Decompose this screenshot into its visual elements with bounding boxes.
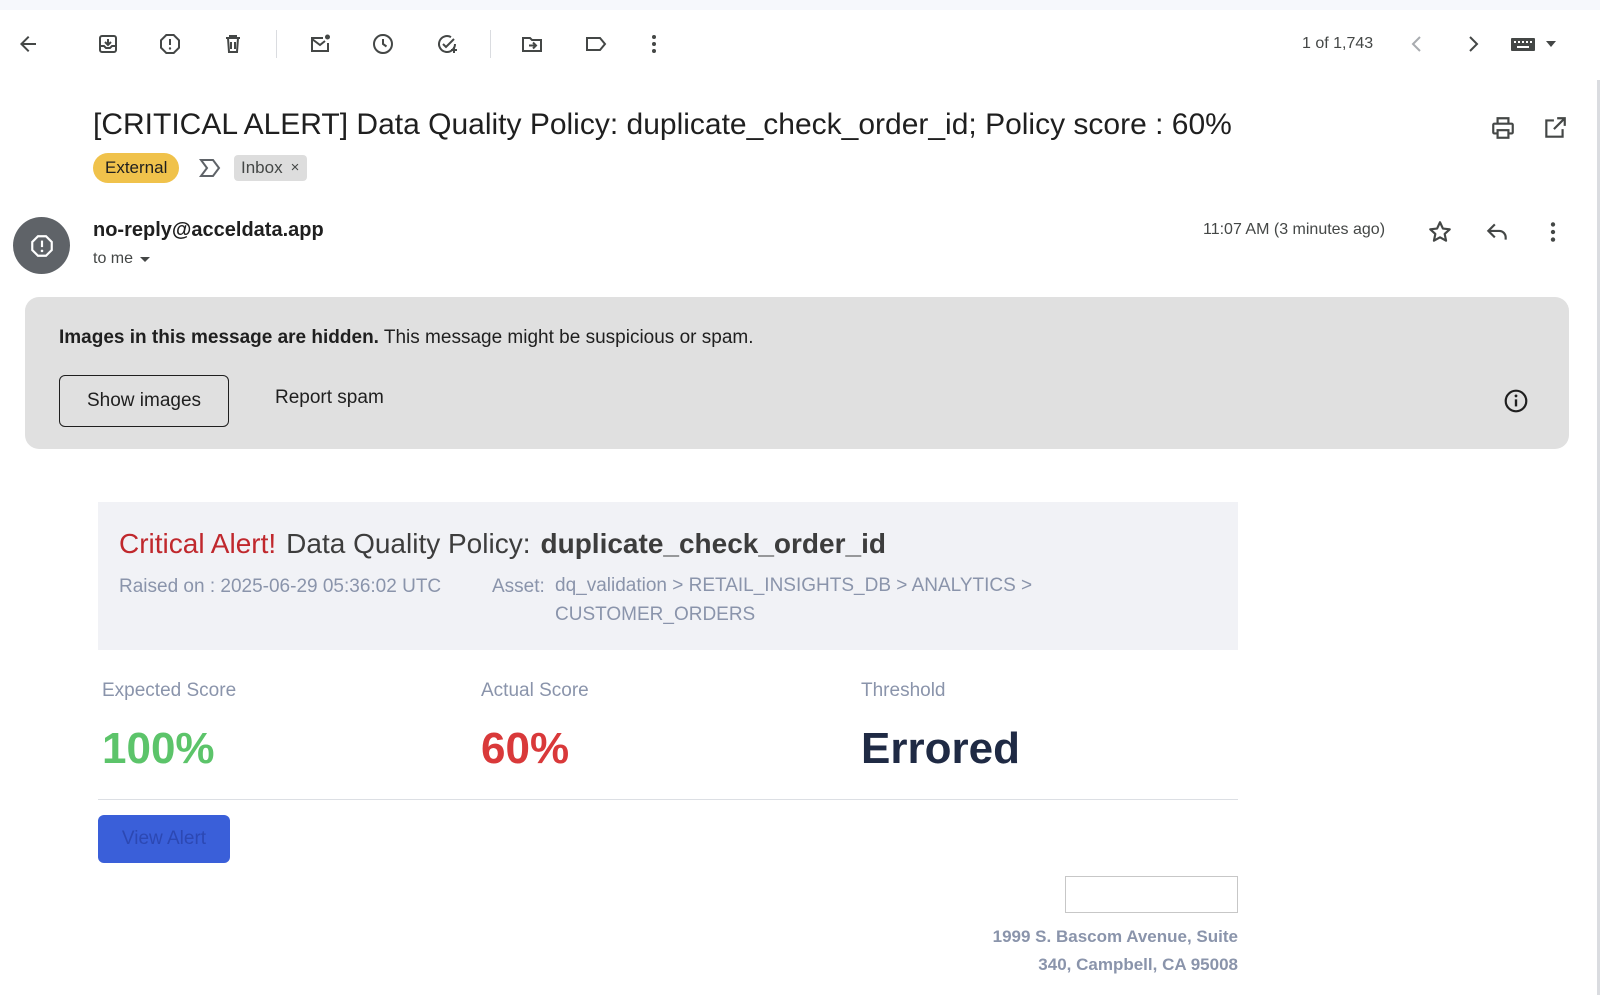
hidden-images-banner: Images in this message are hidden. This … <box>25 297 1569 449</box>
older-chevron-icon[interactable] <box>1461 32 1485 56</box>
sender-address: no-reply@acceldata.app <box>93 219 324 241</box>
open-in-new-window-icon[interactable] <box>1542 115 1568 141</box>
policy-label: Data Quality Policy: <box>286 528 531 559</box>
toolbar-separator <box>490 30 491 58</box>
more-options-icon[interactable] <box>1540 219 1566 245</box>
threshold-value: Errored <box>861 724 1020 773</box>
pager-count: 1 of 1,743 <box>1302 35 1374 52</box>
label-icon[interactable] <box>584 32 608 56</box>
info-icon[interactable] <box>1503 388 1529 414</box>
inbox-label-text: Inbox <box>241 158 283 177</box>
banner-text: This message might be suspicious or spam… <box>378 327 754 348</box>
address-line-2: 340, Campbell, CA 95008 <box>1038 955 1238 974</box>
external-label: External <box>93 153 180 183</box>
more-vert-icon[interactable] <box>642 32 666 56</box>
reply-icon[interactable] <box>1484 219 1510 245</box>
mark-unread-icon[interactable] <box>308 32 332 56</box>
caret-down-icon <box>1546 41 1556 47</box>
top-strip <box>0 0 1600 10</box>
star-icon[interactable] <box>1427 219 1453 245</box>
delete-icon[interactable] <box>221 32 245 56</box>
input-tools-button[interactable] <box>1510 32 1562 56</box>
importance-marker-icon[interactable] <box>198 157 222 179</box>
back-arrow-icon[interactable] <box>16 32 40 56</box>
actual-score-label: Actual Score <box>481 680 589 701</box>
newer-chevron-icon[interactable] <box>1405 32 1429 56</box>
company-address: 1999 S. Bascom Avenue, Suite 340, Campbe… <box>940 923 1238 979</box>
view-alert-button[interactable]: View Alert <box>98 815 230 863</box>
alert-title: Critical Alert! Data Quality Policy: dupli… <box>119 528 886 560</box>
inbox-label: Inbox × <box>234 155 308 181</box>
critical-alert-text: Critical Alert! <box>119 528 277 559</box>
expected-score-label: Expected Score <box>102 680 237 701</box>
threshold-label: Threshold <box>861 680 946 701</box>
email-subject: [CRITICAL ALERT] Data Quality Policy: du… <box>93 108 1232 141</box>
add-task-icon[interactable] <box>435 32 459 56</box>
actual-score-value: 60% <box>481 724 570 773</box>
toolbar: 1 of 1,743 <box>0 10 1600 78</box>
hidden-logo-image <box>1065 876 1238 913</box>
asset-label: Asset: <box>492 576 545 597</box>
report-spam-icon[interactable] <box>158 32 182 56</box>
move-to-icon[interactable] <box>520 32 544 56</box>
expected-score-value: 100% <box>102 724 215 773</box>
body-divider <box>98 799 1238 800</box>
recipient-text: to me <box>93 250 134 267</box>
email-timestamp: 11:07 AM (3 minutes ago) <box>1203 221 1386 238</box>
keyboard-icon <box>1511 38 1535 51</box>
toolbar-separator <box>276 30 277 58</box>
banner-message: Images in this message are hidden. This … <box>59 327 754 349</box>
alert-header-box: Critical Alert! Data Quality Policy: dupli… <box>98 502 1238 650</box>
warning-avatar-icon <box>30 234 53 257</box>
recipient-details[interactable]: to me <box>93 250 151 268</box>
asset-path: dq_validation > RETAIL_INSIGHTS_DB > ANA… <box>555 575 1033 625</box>
policy-name: duplicate_check_order_id <box>540 528 886 559</box>
address-line-1: 1999 S. Bascom Avenue, Suite <box>992 927 1238 946</box>
archive-icon[interactable] <box>96 32 120 56</box>
sender-avatar <box>13 217 70 274</box>
raised-on-text: Raised on : 2025-06-29 05:36:02 UTC <box>119 576 442 597</box>
snooze-icon[interactable] <box>371 32 395 56</box>
show-images-button[interactable]: Show images <box>59 375 229 427</box>
banner-bold-text: Images in this message are hidden. <box>59 327 379 348</box>
details-caret-icon <box>140 257 151 262</box>
print-icon[interactable] <box>1490 115 1516 141</box>
report-spam-button[interactable]: Report spam <box>275 387 384 409</box>
remove-label-icon[interactable]: × <box>291 155 300 181</box>
